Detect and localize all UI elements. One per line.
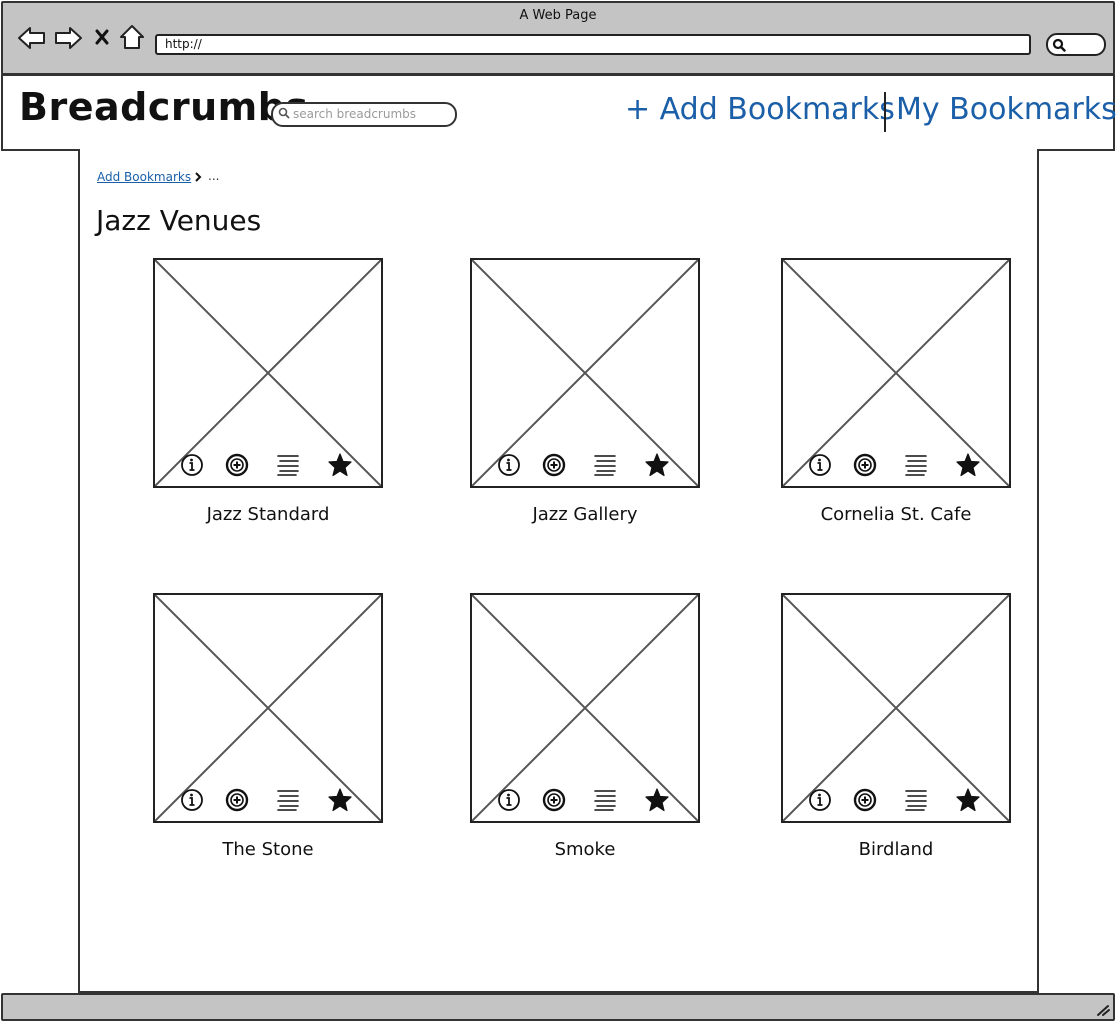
info-button[interactable]	[807, 787, 833, 813]
add-bookmarks-link[interactable]: + Add Bookmarks	[625, 92, 895, 127]
header-divider	[884, 92, 886, 132]
status-bar	[1, 993, 1115, 1021]
stop-icon[interactable]	[94, 28, 110, 46]
site-search[interactable]	[271, 102, 457, 127]
search-input[interactable]	[293, 105, 443, 122]
search-icon	[278, 107, 290, 119]
details-button[interactable]	[275, 787, 301, 813]
home-icon[interactable]	[118, 23, 146, 51]
venue-card[interactable]: Birdland	[781, 593, 1013, 860]
forward-icon[interactable]	[53, 25, 83, 51]
info-icon	[809, 454, 831, 476]
add-button[interactable]	[852, 787, 878, 813]
venue-name[interactable]: The Stone	[153, 839, 383, 860]
breadcrumb-current: ...	[208, 169, 220, 183]
info-icon	[181, 454, 203, 476]
list-icon	[594, 455, 616, 476]
add-button[interactable]	[852, 452, 878, 478]
add-circle-icon	[853, 453, 877, 477]
browser-search-field[interactable]	[1046, 33, 1106, 56]
details-button[interactable]	[903, 452, 929, 478]
add-button[interactable]	[541, 787, 567, 813]
add-circle-icon	[225, 453, 249, 477]
breadcrumb-link[interactable]: Add Bookmarks	[97, 170, 191, 184]
star-icon	[328, 788, 352, 812]
details-button[interactable]	[275, 452, 301, 478]
venue-name[interactable]: Smoke	[470, 839, 700, 860]
venue-name[interactable]: Jazz Gallery	[470, 504, 700, 525]
back-icon[interactable]	[17, 25, 47, 51]
venue-image-placeholder[interactable]	[470, 593, 700, 823]
add-button[interactable]	[224, 452, 250, 478]
info-button[interactable]	[179, 787, 205, 813]
info-button[interactable]	[496, 452, 522, 478]
site-header: Breadcrumbs + Add Bookmarks My Bookmarks	[1, 74, 1116, 151]
add-circle-icon	[853, 788, 877, 812]
window-title: A Web Page	[519, 8, 597, 23]
venue-name[interactable]: Cornelia St. Cafe	[781, 504, 1011, 525]
venue-card[interactable]: Jazz Standard	[153, 258, 385, 525]
favorite-button[interactable]	[644, 787, 670, 813]
favorite-button[interactable]	[955, 452, 981, 478]
info-icon	[181, 789, 203, 811]
favorite-button[interactable]	[644, 452, 670, 478]
favorite-button[interactable]	[955, 787, 981, 813]
star-icon	[645, 788, 669, 812]
add-circle-icon	[225, 788, 249, 812]
details-button[interactable]	[903, 787, 929, 813]
star-icon	[645, 453, 669, 477]
main-content: Add Bookmarks ... Jazz Venues Jazz Stand…	[78, 149, 1039, 993]
info-icon	[809, 789, 831, 811]
address-text: http://	[165, 37, 202, 51]
venue-image-placeholder[interactable]	[781, 258, 1011, 488]
venue-card[interactable]: The Stone	[153, 593, 385, 860]
info-button[interactable]	[496, 787, 522, 813]
search-icon	[1052, 38, 1066, 52]
add-button[interactable]	[541, 452, 567, 478]
info-button[interactable]	[807, 452, 833, 478]
page-title: Jazz Venues	[96, 204, 262, 237]
venue-card[interactable]: Jazz Gallery	[470, 258, 702, 525]
list-icon	[277, 455, 299, 476]
venue-image-placeholder[interactable]	[153, 593, 383, 823]
my-bookmarks-link[interactable]: My Bookmarks	[896, 92, 1116, 127]
chevron-right-icon	[195, 172, 202, 182]
venue-card[interactable]: Smoke	[470, 593, 702, 860]
star-icon	[956, 788, 980, 812]
resize-grip-icon[interactable]	[1095, 1003, 1111, 1017]
info-icon	[498, 454, 520, 476]
list-icon	[594, 790, 616, 811]
site-logo[interactable]: Breadcrumbs	[19, 85, 309, 129]
add-circle-icon	[542, 788, 566, 812]
list-icon	[905, 455, 927, 476]
address-bar[interactable]: http://	[155, 34, 1031, 55]
venue-name[interactable]: Birdland	[781, 839, 1011, 860]
venue-image-placeholder[interactable]	[470, 258, 700, 488]
list-icon	[277, 790, 299, 811]
star-icon	[328, 453, 352, 477]
favorite-button[interactable]	[327, 452, 353, 478]
info-button[interactable]	[179, 452, 205, 478]
browser-toolbar: A Web Page http://	[1, 1, 1115, 75]
info-icon	[498, 789, 520, 811]
venue-card[interactable]: Cornelia St. Cafe	[781, 258, 1013, 525]
add-circle-icon	[542, 453, 566, 477]
add-button[interactable]	[224, 787, 250, 813]
star-icon	[956, 453, 980, 477]
favorite-button[interactable]	[327, 787, 353, 813]
list-icon	[905, 790, 927, 811]
venue-image-placeholder[interactable]	[153, 258, 383, 488]
details-button[interactable]	[592, 787, 618, 813]
venue-name[interactable]: Jazz Standard	[153, 504, 383, 525]
details-button[interactable]	[592, 452, 618, 478]
venue-image-placeholder[interactable]	[781, 593, 1011, 823]
